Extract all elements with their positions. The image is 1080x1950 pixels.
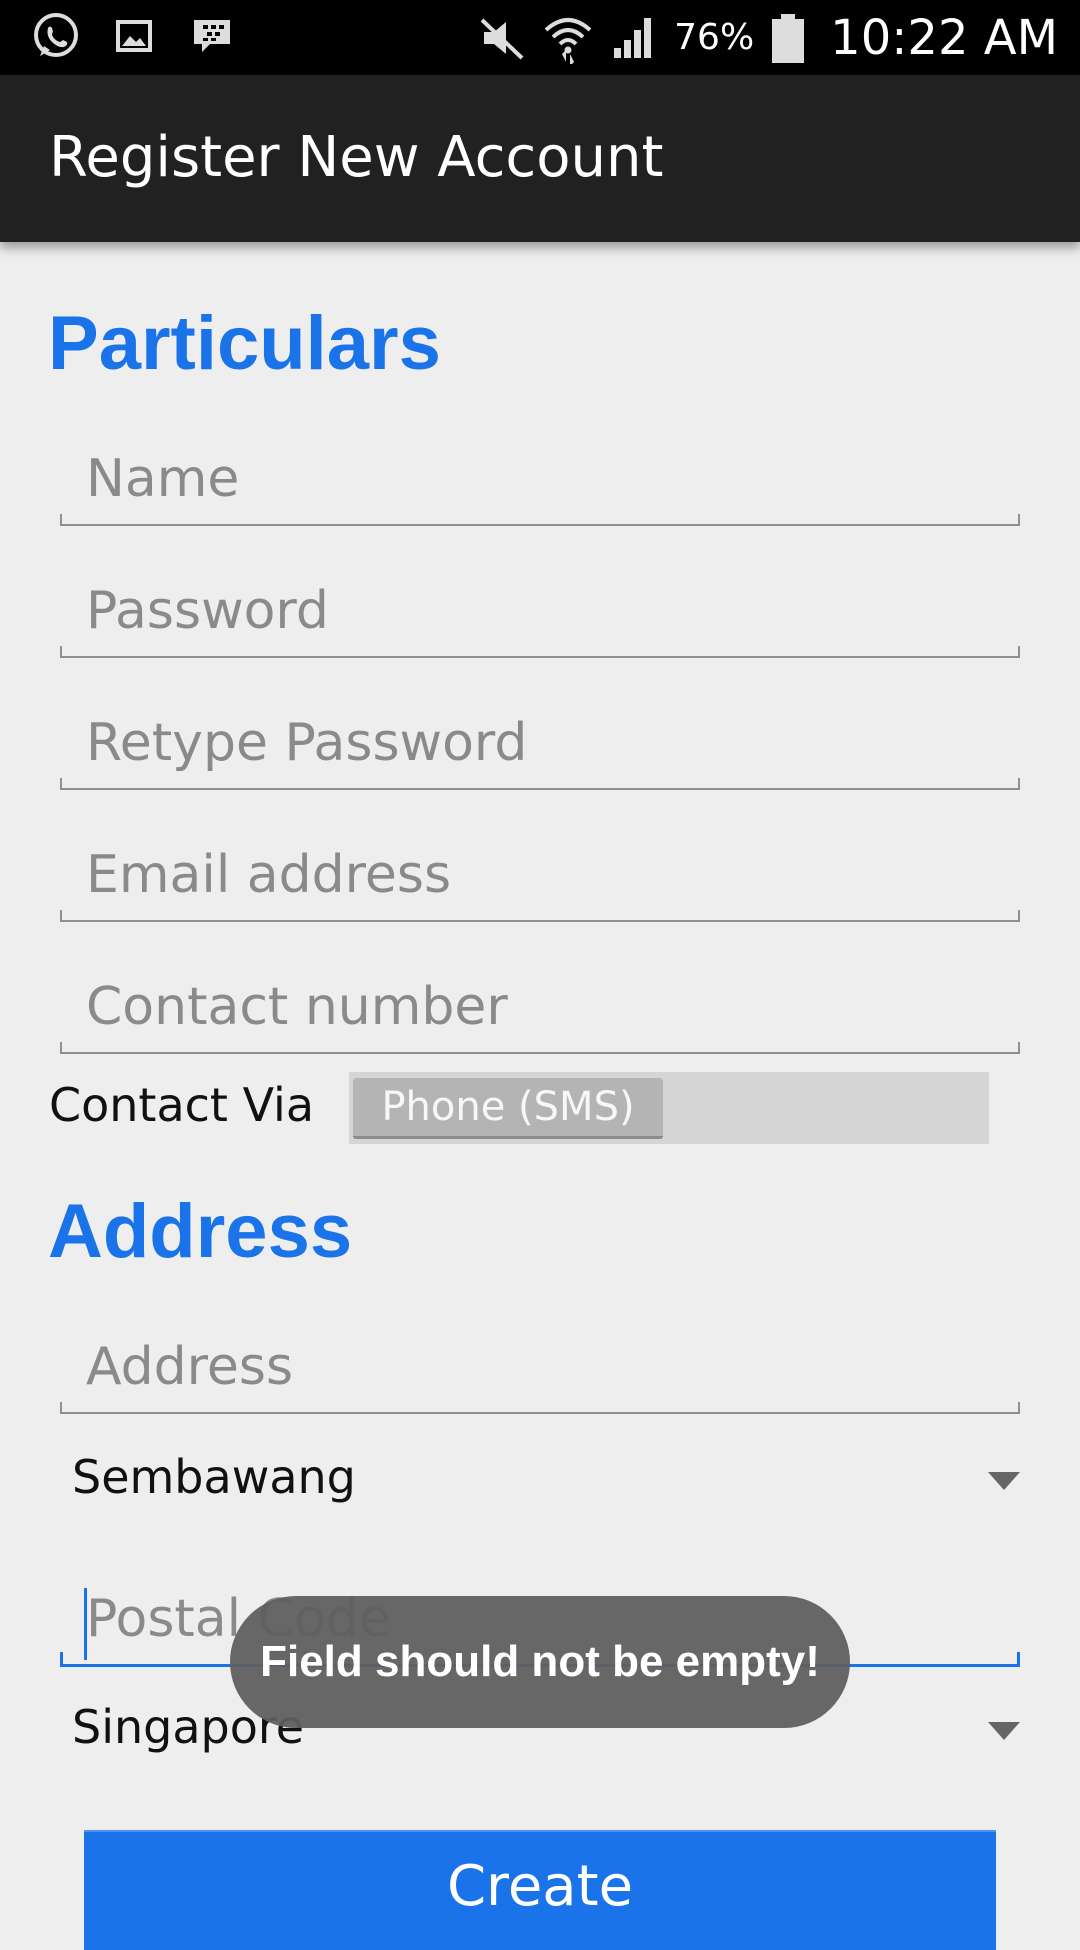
area-dropdown-value: Sembawang	[72, 1450, 356, 1504]
battery-percent: 76%	[674, 17, 755, 58]
wifi-icon	[542, 12, 594, 66]
dropdown-arrow-icon	[988, 1722, 1020, 1740]
name-field[interactable]	[60, 438, 1020, 526]
toast-message: Field should not be empty!	[230, 1596, 850, 1728]
contact-via-toggle[interactable]: Phone (SMS)	[349, 1072, 989, 1144]
area-dropdown[interactable]: Sembawang	[60, 1442, 1020, 1522]
create-button[interactable]: Create	[84, 1830, 996, 1950]
password-field[interactable]	[60, 570, 1020, 658]
contact-number-input[interactable]	[84, 966, 1008, 1048]
image-icon	[108, 10, 160, 62]
particulars-heading: Particulars	[48, 301, 441, 386]
retype-password-input[interactable]	[84, 702, 1008, 784]
whatsapp-icon	[30, 10, 82, 62]
address-field[interactable]	[60, 1326, 1020, 1414]
signal-icon	[608, 12, 660, 64]
name-input[interactable]	[84, 438, 1008, 520]
email-input[interactable]	[84, 834, 1008, 916]
battery-icon	[768, 12, 808, 64]
dropdown-arrow-icon	[988, 1472, 1020, 1490]
address-heading: Address	[48, 1189, 353, 1274]
contact-via-label: Contact Via	[49, 1078, 315, 1132]
email-field[interactable]	[60, 834, 1020, 922]
clock: 10:22 AM	[830, 9, 1058, 66]
password-input[interactable]	[84, 570, 1008, 652]
retype-password-field[interactable]	[60, 702, 1020, 790]
status-bar: 76% 10:22 AM	[0, 0, 1080, 75]
mute-icon	[476, 12, 528, 64]
contact-number-field[interactable]	[60, 966, 1020, 1054]
bbm-icon	[186, 10, 238, 62]
page-title: Register New Account	[49, 125, 664, 190]
address-input[interactable]	[84, 1326, 1008, 1408]
app-bar: Register New Account	[0, 75, 1080, 242]
contact-via-toggle-thumb[interactable]: Phone (SMS)	[353, 1078, 663, 1139]
